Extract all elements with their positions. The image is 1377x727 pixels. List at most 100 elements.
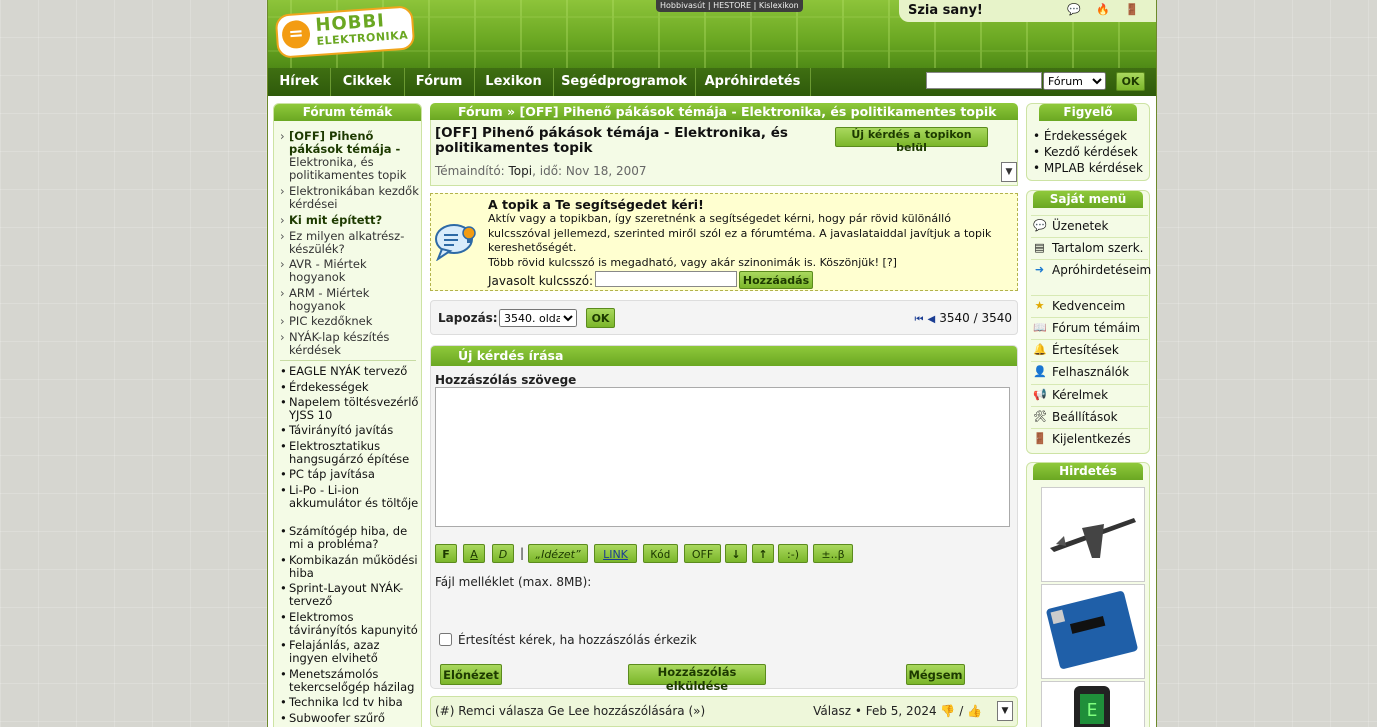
recent-topic[interactable]: • Felajánlás, azaz ingyen elvihető [280,639,420,665]
special-chars-button[interactable]: ±..β [813,544,853,563]
thumbs-up-icon[interactable]: 👍 [967,704,982,718]
watch-item[interactable]: • MPLAB kérdések [1033,161,1143,175]
notify-checkbox[interactable] [439,633,452,646]
ad-image-arduino[interactable] [1041,584,1145,679]
post-reply-info[interactable]: (#) Remci válasza Ge Lee hozzászólására … [435,704,705,718]
superscript-button[interactable]: ↑ [752,544,774,563]
recent-topic[interactable]: • Subwoofer szűrő [280,712,420,725]
fire-icon[interactable]: 🔥 [1096,3,1110,17]
logout-door-icon[interactable]: 🚪 [1125,3,1139,17]
toplink-hobbivasut[interactable]: Hobbivasút [660,1,705,10]
keyword-input[interactable] [595,271,737,287]
topic-item[interactable]: › ARM - Miértek hogyanok [280,287,420,313]
recent-topic-label: Sprint-Layout NYÁK-tervező [289,581,404,608]
topic-item[interactable]: › Ki mit épített? [280,214,420,227]
notify-checkbox-row[interactable]: Értesítést kérek, ha hozzászólás érkezik [439,633,697,647]
code-button[interactable]: Kód [643,544,678,563]
recent-topic[interactable]: • Számítógép hiba, de mi a probléma? [280,525,420,551]
menu-item-users[interactable]: 👤 Felhasználók [1031,361,1148,379]
topic-label: Ki mit épített? [289,213,383,227]
recent-topic[interactable]: • Sprint-Layout NYÁK-tervező [280,582,420,608]
topic-item[interactable]: › AVR - Miértek hogyanok [280,258,420,284]
page-count: 3540 / 3540 [939,311,1012,325]
bell-icon: 🔔 [1033,343,1047,356]
breadcrumb[interactable]: Fórum » [OFF] Pihenő pákások témája - El… [430,103,1018,120]
chevron-down-icon[interactable]: ▼ [1001,162,1017,182]
post-textarea[interactable] [435,387,1010,527]
watch-item[interactable]: • Érdekességek [1033,129,1127,143]
bold-button[interactable]: F [435,544,457,563]
site-search-input[interactable] [926,72,1042,89]
recent-topic[interactable]: • Technika lcd tv hiba [280,696,420,709]
topic-item[interactable]: › NYÁK-lap készítés kérdések [280,331,420,357]
chat-icon[interactable]: 💬 [1067,3,1081,17]
my-menu-box: Saját menü 💬 Üzenetek ▤ Tartalom szerk. ➜ A… [1026,190,1151,454]
recent-topic[interactable]: • Elektromos távirányítós kapunyitó [280,611,420,637]
toplink-hestore[interactable]: HESTORE [713,1,751,10]
toplink-kislexikon[interactable]: Kislexikon [759,1,799,10]
subscript-button[interactable]: ↓ [725,544,747,563]
topic-author-link[interactable]: Topi [509,164,533,178]
topic-item[interactable]: › Elektronikában kezdők kérdései [280,185,420,211]
recent-topic[interactable]: • Li-Po - Li-ion akkumulátor és töltője [280,484,420,510]
recent-topic[interactable]: • EAGLE NYÁK tervező [280,365,420,378]
chevron-down-icon[interactable]: ▼ [997,701,1013,721]
menu-item-requests[interactable]: 📢 Kérelmek [1031,384,1148,402]
recent-topic[interactable]: • Érdekességek [280,381,420,394]
recent-topic[interactable]: • Napelem töltésvezérlő YJSS 10 [280,396,420,422]
menu-item-notifications[interactable]: 🔔 Értesítések [1031,339,1148,357]
recent-topic[interactable]: • Menetszámolós tekercselőgép házilag [280,668,420,694]
ad-image-tuner[interactable]: E [1041,681,1145,727]
preview-button[interactable]: Előnézet [440,664,502,685]
nav-hirek[interactable]: Hírek [268,68,331,96]
search-ok-button[interactable]: OK [1116,72,1145,91]
new-question-in-topic-button[interactable]: Új kérdés a topikon belül [835,127,988,154]
menu-item-logout[interactable]: 🚪 Kijelentkezés [1031,428,1148,446]
pager-ok-button[interactable]: OK [586,308,615,328]
off-button[interactable]: OFF [684,544,721,563]
book-icon: 📖 [1033,321,1047,334]
watch-item[interactable]: • Kezdő kérdések [1033,145,1138,159]
nav-lexikon[interactable]: Lexikon [474,68,554,96]
recent-topic[interactable]: • Kombikazán működési hiba [280,554,420,580]
quote-button[interactable]: „Idézet” [528,544,588,563]
menu-item-settings[interactable]: 🛠 Beállítások [1031,406,1148,424]
italic-button[interactable]: D [492,544,514,563]
page-select[interactable]: 3540. oldal [499,309,577,327]
topic-item-off[interactable]: › [OFF] Pihenő pákások témája - Elektron… [280,130,420,182]
menu-item-messages[interactable]: 💬 Üzenetek [1031,215,1148,233]
recent-topic[interactable]: • Távirányító javítás [280,424,420,437]
thumbs-down-icon[interactable]: 👎 [940,704,955,718]
topic-meta: Témaindító: Topi, idő: Nov 18, 2007 [435,164,647,178]
cancel-button[interactable]: Mégsem [906,664,965,685]
forum-topics-title: Fórum témák [274,104,421,121]
reply-link-date[interactable]: Válasz • Feb 5, 2024 [813,704,940,718]
recent-topic[interactable]: • Elektrosztatikus hangsugárzó építése [280,440,420,466]
ad-frame[interactable]: ⓘ ✕ E [1040,487,1145,727]
recent-topic-label: PC táp javítása [289,467,375,481]
nav-forum[interactable]: Fórum [404,68,475,96]
menu-item-ads[interactable]: ➜ Apróhirdetéseim [1031,259,1151,277]
ad-image-glider[interactable] [1041,487,1145,582]
door-icon: 🚪 [1033,432,1047,445]
menu-item-my-topics[interactable]: 📖 Fórum témáim [1031,317,1148,335]
page: = HOBBI ELEKTRONIKA Hobbivasút | HESTORE… [267,0,1157,727]
smiley-button[interactable]: :-) [778,544,808,563]
menu-item-favorites[interactable]: ★ Kedvenceim [1031,295,1148,313]
topic-item[interactable]: › PIC kezdőknek [280,315,420,328]
nav-cikkek[interactable]: Cikkek [330,68,405,96]
submit-post-button[interactable]: Hozzászólás elküldése [628,664,766,693]
add-keyword-button[interactable]: Hozzáadás [739,271,813,289]
menu-item-content[interactable]: ▤ Tartalom szerk. [1031,237,1148,255]
prev-page-icon[interactable]: ◀ [928,314,936,325]
bullet-icon: • [280,711,287,725]
search-scope-select[interactable]: Fórum [1043,72,1106,90]
nav-aprohirdetes[interactable]: Apróhirdetés [695,68,811,96]
underline-button[interactable]: A [463,544,485,563]
nav-segedprogramok[interactable]: Segédprogramok [553,68,696,96]
first-page-icon[interactable]: ⏮ [915,314,924,325]
recent-topic[interactable]: • PC táp javítása [280,468,420,481]
topic-item[interactable]: › Ez milyen alkatrész-készülék? [280,230,420,256]
link-button[interactable]: LINK [594,544,637,563]
menu-item-label: Kijelentkezés [1052,432,1131,446]
